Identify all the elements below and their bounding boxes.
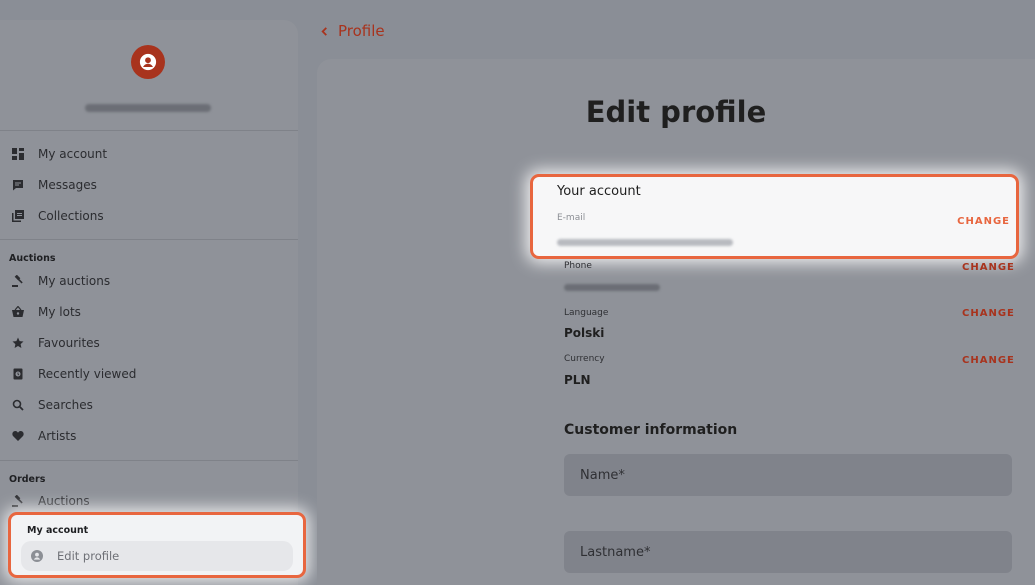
divider: [0, 130, 298, 131]
sidebar-item-order-auctions[interactable]: Auctions: [12, 490, 90, 512]
person-icon: [31, 550, 43, 562]
sidebar-item-label: Recently viewed: [38, 367, 137, 381]
gavel-icon: [12, 495, 24, 507]
sidebar-item-messages[interactable]: Messages: [12, 174, 97, 196]
section-title-auctions: Auctions: [9, 253, 56, 264]
page-title: Edit profile: [585, 95, 767, 129]
currency-value: PLN: [564, 373, 591, 387]
avatar[interactable]: [131, 45, 165, 79]
sidebar-item-label: Favourites: [38, 336, 100, 350]
sidebar-item-label: Edit profile: [57, 549, 120, 563]
sidebar-item-artists[interactable]: Artists: [12, 425, 76, 447]
name-placeholder: Name*: [580, 467, 625, 483]
your-account-panel: Your account E-mail CHANGE: [530, 174, 1019, 259]
phone-label: Phone: [564, 261, 592, 271]
sidebar-item-favourites[interactable]: Favourites: [12, 332, 100, 354]
sidebar-item-my-lots[interactable]: My lots: [12, 301, 81, 323]
currency-label: Currency: [564, 354, 605, 364]
your-account-title: Your account: [557, 184, 641, 199]
main-card: Edit profile: [317, 59, 1035, 585]
user-email-redacted: [85, 104, 211, 112]
name-input[interactable]: Name*: [564, 454, 1012, 496]
sidebar: My account Messages Collections Auctions…: [0, 20, 298, 585]
back-link[interactable]: Profile: [320, 22, 385, 40]
section-title-orders: Orders: [9, 474, 46, 485]
highlight-my-account: My account Edit profile: [8, 512, 306, 578]
sidebar-item-collections[interactable]: Collections: [12, 205, 104, 227]
change-currency-button[interactable]: CHANGE: [962, 355, 1015, 366]
sidebar-item-label: Artists: [38, 429, 77, 443]
section-title-my-account: My account: [27, 525, 89, 536]
sidebar-item-label: My auctions: [38, 274, 111, 288]
history-icon: [12, 368, 24, 380]
chevron-left-icon: [321, 26, 327, 36]
sidebar-item-my-auctions[interactable]: My auctions: [12, 270, 110, 292]
star-icon: [12, 337, 24, 349]
language-label: Language: [564, 308, 609, 318]
search-icon: [12, 399, 24, 411]
lastname-placeholder: Lastname*: [580, 544, 651, 560]
divider: [0, 239, 298, 240]
customer-information-title: Customer information: [564, 422, 738, 438]
back-link-label: Profile: [338, 22, 385, 40]
user-circle-icon: [139, 53, 157, 71]
sidebar-item-label: My lots: [38, 305, 81, 319]
email-value-redacted: [557, 239, 733, 246]
sidebar-item-searches[interactable]: Searches: [12, 394, 93, 416]
language-value: Polski: [564, 326, 605, 340]
sidebar-item-edit-profile[interactable]: Edit profile: [21, 541, 293, 571]
sidebar-item-label: My account: [38, 147, 108, 161]
sidebar-item-label: Searches: [38, 398, 93, 412]
email-label: E-mail: [557, 213, 586, 223]
dashboard-icon: [12, 148, 24, 160]
change-email-button[interactable]: CHANGE: [957, 216, 1010, 227]
sidebar-item-label: Auctions: [38, 494, 90, 508]
message-icon: [12, 179, 24, 191]
gavel-icon: [12, 275, 24, 287]
sidebar-item-my-account[interactable]: My account: [12, 143, 107, 165]
change-phone-button[interactable]: CHANGE: [962, 262, 1015, 273]
collections-icon: [12, 210, 24, 222]
sidebar-item-label: Messages: [38, 178, 97, 192]
change-language-button[interactable]: CHANGE: [962, 308, 1015, 319]
basket-icon: [12, 306, 24, 318]
heart-icon: [12, 430, 24, 442]
phone-value-redacted: [564, 284, 660, 291]
sidebar-item-recently-viewed[interactable]: Recently viewed: [12, 363, 136, 385]
lastname-input[interactable]: Lastname*: [564, 531, 1012, 573]
sidebar-item-label: Collections: [38, 209, 104, 223]
divider: [0, 460, 298, 461]
